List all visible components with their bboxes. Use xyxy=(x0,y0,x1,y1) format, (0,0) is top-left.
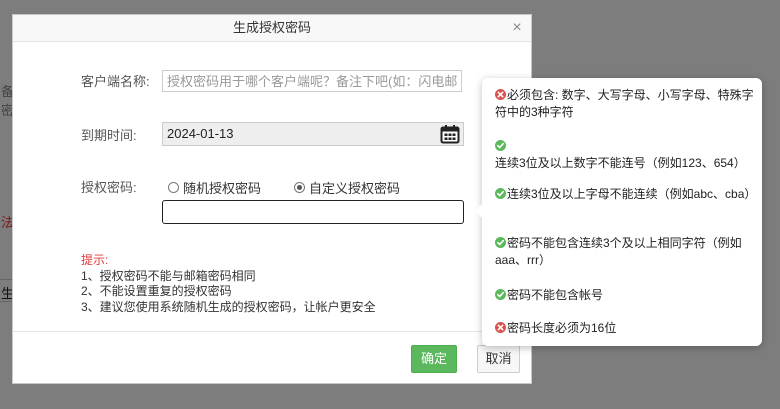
generate-auth-password-dialog: 生成授权密码 × 客户端名称: 到期时间: 2024-01-13 授权密码: 随… xyxy=(12,14,532,384)
client-name-label: 客户端名称: xyxy=(81,74,150,89)
close-icon[interactable]: × xyxy=(509,15,525,41)
tip-item: 2、不能设置重复的授权密码 xyxy=(81,284,232,298)
check-icon xyxy=(495,289,506,300)
error-icon xyxy=(495,322,506,333)
rule-text: 密码长度必须为16位 xyxy=(507,321,617,335)
background-divider xyxy=(0,279,12,280)
password-rule: 必须包含: 数字、大写字母、小写字母、特殊字符中的3种字符 xyxy=(495,87,757,121)
dialog-title: 生成授权密码 xyxy=(232,20,311,35)
client-name-input[interactable] xyxy=(162,70,462,92)
password-rule: 连续3位及以上数字不能连号（例如123、654） xyxy=(495,138,757,172)
radio-random-circle[interactable] xyxy=(168,182,179,193)
check-icon xyxy=(495,140,506,151)
custom-password-input[interactable] xyxy=(162,200,464,224)
tips-section: 提示: 1、授权密码不能与邮箱密码相同 2、不能设置重复的授权密码 3、建议您使… xyxy=(81,253,376,315)
auth-password-label: 授权密码: xyxy=(81,180,137,195)
rule-text: 密码不能包含帐号 xyxy=(507,288,604,302)
expiry-label: 到期时间: xyxy=(81,128,137,143)
custom-password-radio[interactable]: 自定义授权密码 xyxy=(294,178,400,197)
password-rules-popover: 必须包含: 数字、大写字母、小写字母、特殊字符中的3种字符 连续3位及以上数字不… xyxy=(475,78,762,346)
password-rule: 密码不能包含连续3个及以上相同字符（例如aaa、rrr） xyxy=(495,235,757,269)
dialog-footer-divider xyxy=(13,331,531,332)
rule-text: 密码不能包含连续3个及以上相同字符（例如aaa、rrr） xyxy=(495,236,742,267)
password-rule: 连续3位及以上字母不能连续（例如abc、cba） xyxy=(495,186,757,203)
cancel-button[interactable]: 取消 xyxy=(477,345,520,373)
background-divider xyxy=(0,301,12,302)
check-icon xyxy=(495,188,506,199)
confirm-button[interactable]: 确定 xyxy=(411,345,457,373)
rule-text: 连续3位及以上字母不能连续（例如abc、cba） xyxy=(507,187,757,201)
tip-item: 3、建议您使用系统随机生成的授权密码，让帐户更安全 xyxy=(81,299,376,314)
check-icon xyxy=(495,237,506,248)
rule-text: 必须包含: 数字、大写字母、小写字母、特殊字符中的3种字符 xyxy=(495,88,754,119)
password-rule: 密码长度必须为16位 xyxy=(495,320,757,337)
random-password-label: 随机授权密码 xyxy=(183,181,262,196)
calendar-icon[interactable] xyxy=(440,124,460,144)
error-icon xyxy=(495,89,506,100)
expiry-date-value: 2024-01-13 xyxy=(167,126,234,141)
tip-item: 1、授权密码不能与邮箱密码相同 xyxy=(81,268,256,283)
password-rule: 密码不能包含帐号 xyxy=(495,287,757,304)
dialog-header: 生成授权密码 × xyxy=(13,15,531,42)
tips-title: 提示: xyxy=(81,253,109,267)
expiry-date-input[interactable]: 2024-01-13 xyxy=(162,122,464,146)
rule-text: 连续3位及以上数字不能连号（例如123、654） xyxy=(495,156,746,170)
custom-password-label: 自定义授权密码 xyxy=(309,181,401,196)
random-password-radio[interactable]: 随机授权密码 xyxy=(168,178,261,197)
radio-custom-circle[interactable] xyxy=(294,182,305,193)
